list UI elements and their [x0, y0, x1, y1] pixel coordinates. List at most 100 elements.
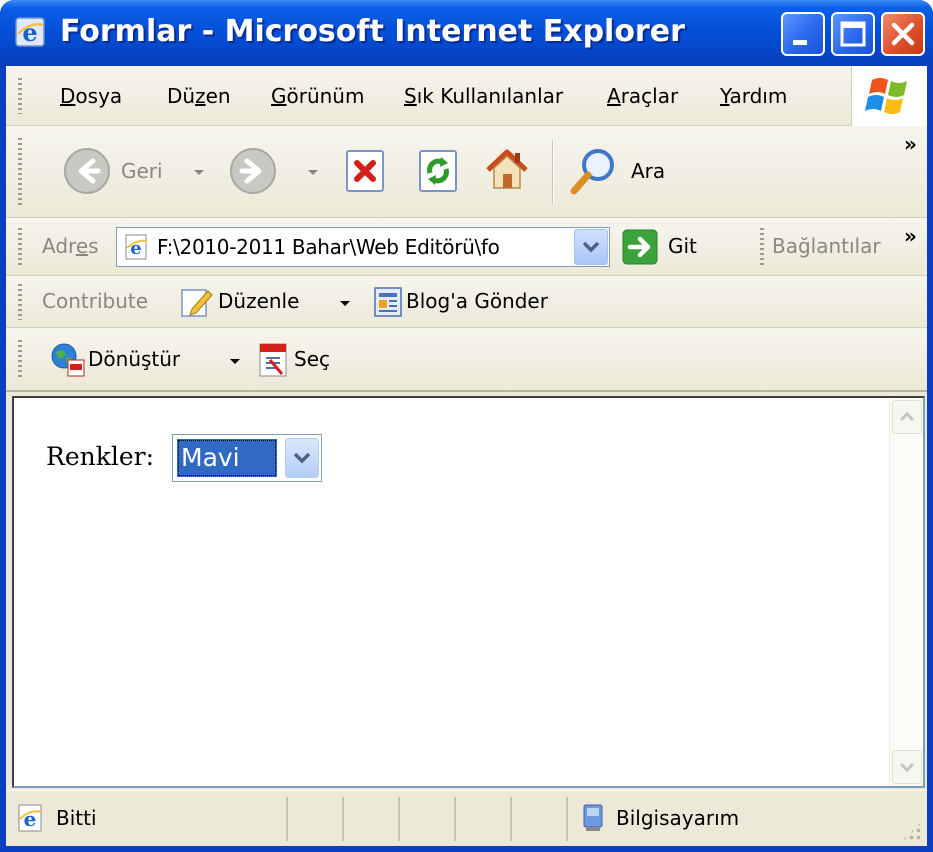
- menu-label: ardım: [729, 84, 788, 108]
- convert-label: Dönüştür: [88, 347, 181, 371]
- status-cell: [456, 797, 512, 841]
- forward-arrow-icon: [230, 148, 276, 194]
- chevron-up-icon: [899, 411, 915, 422]
- menu-label: örünüm: [286, 84, 365, 108]
- edit-pencil-icon: [181, 289, 213, 317]
- go-button[interactable]: Git: [622, 227, 714, 267]
- menu-label: en: [205, 84, 231, 108]
- select-pdf-icon: [259, 343, 287, 377]
- page-content: Renkler: Mavi: [12, 396, 925, 788]
- back-dropdown-icon[interactable]: [194, 170, 204, 175]
- svg-text:e: e: [22, 18, 37, 47]
- zone-text: Bilgisayarım: [616, 806, 740, 830]
- toolbar-grip[interactable]: [18, 228, 22, 266]
- menu-label: ık Kullanılanlar: [416, 84, 564, 108]
- search-button[interactable]: Ara: [568, 144, 678, 198]
- address-value: F:\2010-2011 Bahar\Web Editörü\fo: [157, 235, 500, 259]
- search-label: Ara: [631, 159, 666, 183]
- edit-dropdown-icon[interactable]: [340, 301, 350, 306]
- forward-button[interactable]: [228, 146, 324, 196]
- stop-icon[interactable]: [343, 149, 387, 193]
- browser-window: e Formlar - Microsoft Internet Explorer …: [0, 0, 933, 852]
- windows-flag-icon: [865, 78, 907, 114]
- chevron-down-icon: [293, 452, 311, 464]
- back-arrow-icon: [64, 148, 110, 194]
- menu-dosya[interactable]: Dosya: [60, 84, 122, 108]
- chevron-down-icon: [582, 241, 600, 253]
- title-bar[interactable]: e Formlar - Microsoft Internet Explorer: [0, 0, 933, 66]
- address-input[interactable]: e F:\2010-2011 Bahar\Web Editörü\fo: [116, 227, 610, 267]
- go-arrow-icon: [622, 229, 658, 265]
- status-cell: [6, 797, 288, 841]
- links-label[interactable]: Bağlantılar: [772, 234, 881, 258]
- window-frame: Dosya Düzen Görünüm Sık Kullanılanlar Ar…: [6, 66, 927, 846]
- minimize-button[interactable]: [781, 12, 825, 56]
- refresh-icon[interactable]: [416, 149, 460, 193]
- scroll-up-button[interactable]: [892, 400, 922, 434]
- go-label: Git: [668, 234, 697, 258]
- menu-araclar[interactable]: Araçlar: [607, 84, 678, 108]
- status-cell: [512, 797, 568, 841]
- colors-label: Renkler:: [46, 442, 155, 471]
- menu-gorunum[interactable]: Görünüm: [271, 84, 364, 108]
- menu-bar: Dosya Düzen Görünüm Sık Kullanılanlar Ar…: [6, 66, 927, 126]
- contribute-toolbar: Contribute Düzenle Blog'a Gönder: [6, 276, 927, 328]
- convert-dropdown-icon[interactable]: [230, 359, 240, 364]
- ie-icon: e: [15, 17, 45, 47]
- menu-yardim[interactable]: Yardım: [720, 84, 787, 108]
- menu-duzen[interactable]: Düzen: [167, 84, 231, 108]
- window-title: Formlar - Microsoft Internet Explorer: [60, 14, 685, 49]
- address-bar: Adres e F:\2010-2011 Bahar\Web Editörü\f…: [6, 218, 927, 276]
- select-pdf-button[interactable]: Seç: [256, 340, 346, 380]
- page-ie-icon: e: [125, 234, 148, 260]
- convert-globe-pdf-icon: [51, 343, 85, 377]
- toolbar-grip[interactable]: [760, 228, 764, 266]
- maximize-icon: [840, 21, 866, 47]
- status-cell: [344, 797, 400, 841]
- my-computer-icon: [583, 804, 603, 831]
- post-to-blog-button[interactable]: Blog'a Gönder: [372, 282, 572, 322]
- colors-select[interactable]: Mavi: [172, 434, 322, 482]
- menu-label: osya: [75, 84, 123, 108]
- status-bar: e Bitti Bilgisayarım: [6, 790, 927, 846]
- address-dropdown-button[interactable]: [574, 229, 608, 265]
- edit-button[interactable]: Düzenle: [180, 282, 358, 322]
- convert-button[interactable]: Dönüştür: [50, 340, 246, 380]
- blog-icon: [374, 287, 402, 317]
- blog-label: Blog'a Gönder: [406, 289, 548, 313]
- menu-label: Dü: [167, 84, 196, 108]
- resize-grip[interactable]: [901, 820, 923, 842]
- scroll-down-button[interactable]: [892, 750, 922, 784]
- standard-toolbar: Geri Ara »: [6, 126, 927, 218]
- maximize-button[interactable]: [831, 12, 875, 56]
- vertical-scrollbar[interactable]: [889, 398, 923, 786]
- close-button[interactable]: [881, 12, 925, 56]
- toolbar-overflow-chevron[interactable]: »: [904, 132, 917, 156]
- colors-select-value: Mavi: [177, 439, 277, 477]
- back-button[interactable]: Geri: [62, 146, 208, 196]
- links-overflow-chevron[interactable]: »: [904, 224, 917, 248]
- toolbar-grip[interactable]: [18, 284, 22, 320]
- menu-label: raçlar: [620, 84, 679, 108]
- pdf-toolbar: Dönüştür Seç: [6, 328, 927, 392]
- windows-logo: [851, 66, 927, 126]
- colors-select-dropdown-button[interactable]: [285, 438, 319, 478]
- minimize-icon: [793, 40, 807, 45]
- toolbar-grip[interactable]: [18, 340, 22, 378]
- chevron-down-icon: [899, 762, 915, 773]
- toolbar-separator: [552, 140, 554, 204]
- home-icon[interactable]: [482, 144, 532, 194]
- menu-sik-kullanilanlar[interactable]: Sık Kullanılanlar: [404, 84, 563, 108]
- toolbar-grip[interactable]: [18, 138, 22, 206]
- select-label: Seç: [294, 347, 330, 371]
- toolbar-grip[interactable]: [18, 78, 22, 114]
- close-icon: [891, 22, 915, 46]
- forward-dropdown-icon[interactable]: [308, 170, 318, 175]
- edit-label: Düzenle: [218, 289, 300, 313]
- status-cell: [288, 797, 344, 841]
- contribute-label: Contribute: [42, 289, 149, 313]
- address-label: Adres: [42, 234, 99, 258]
- status-cell: [400, 797, 456, 841]
- search-icon: [570, 149, 614, 195]
- back-label: Geri: [121, 159, 163, 183]
